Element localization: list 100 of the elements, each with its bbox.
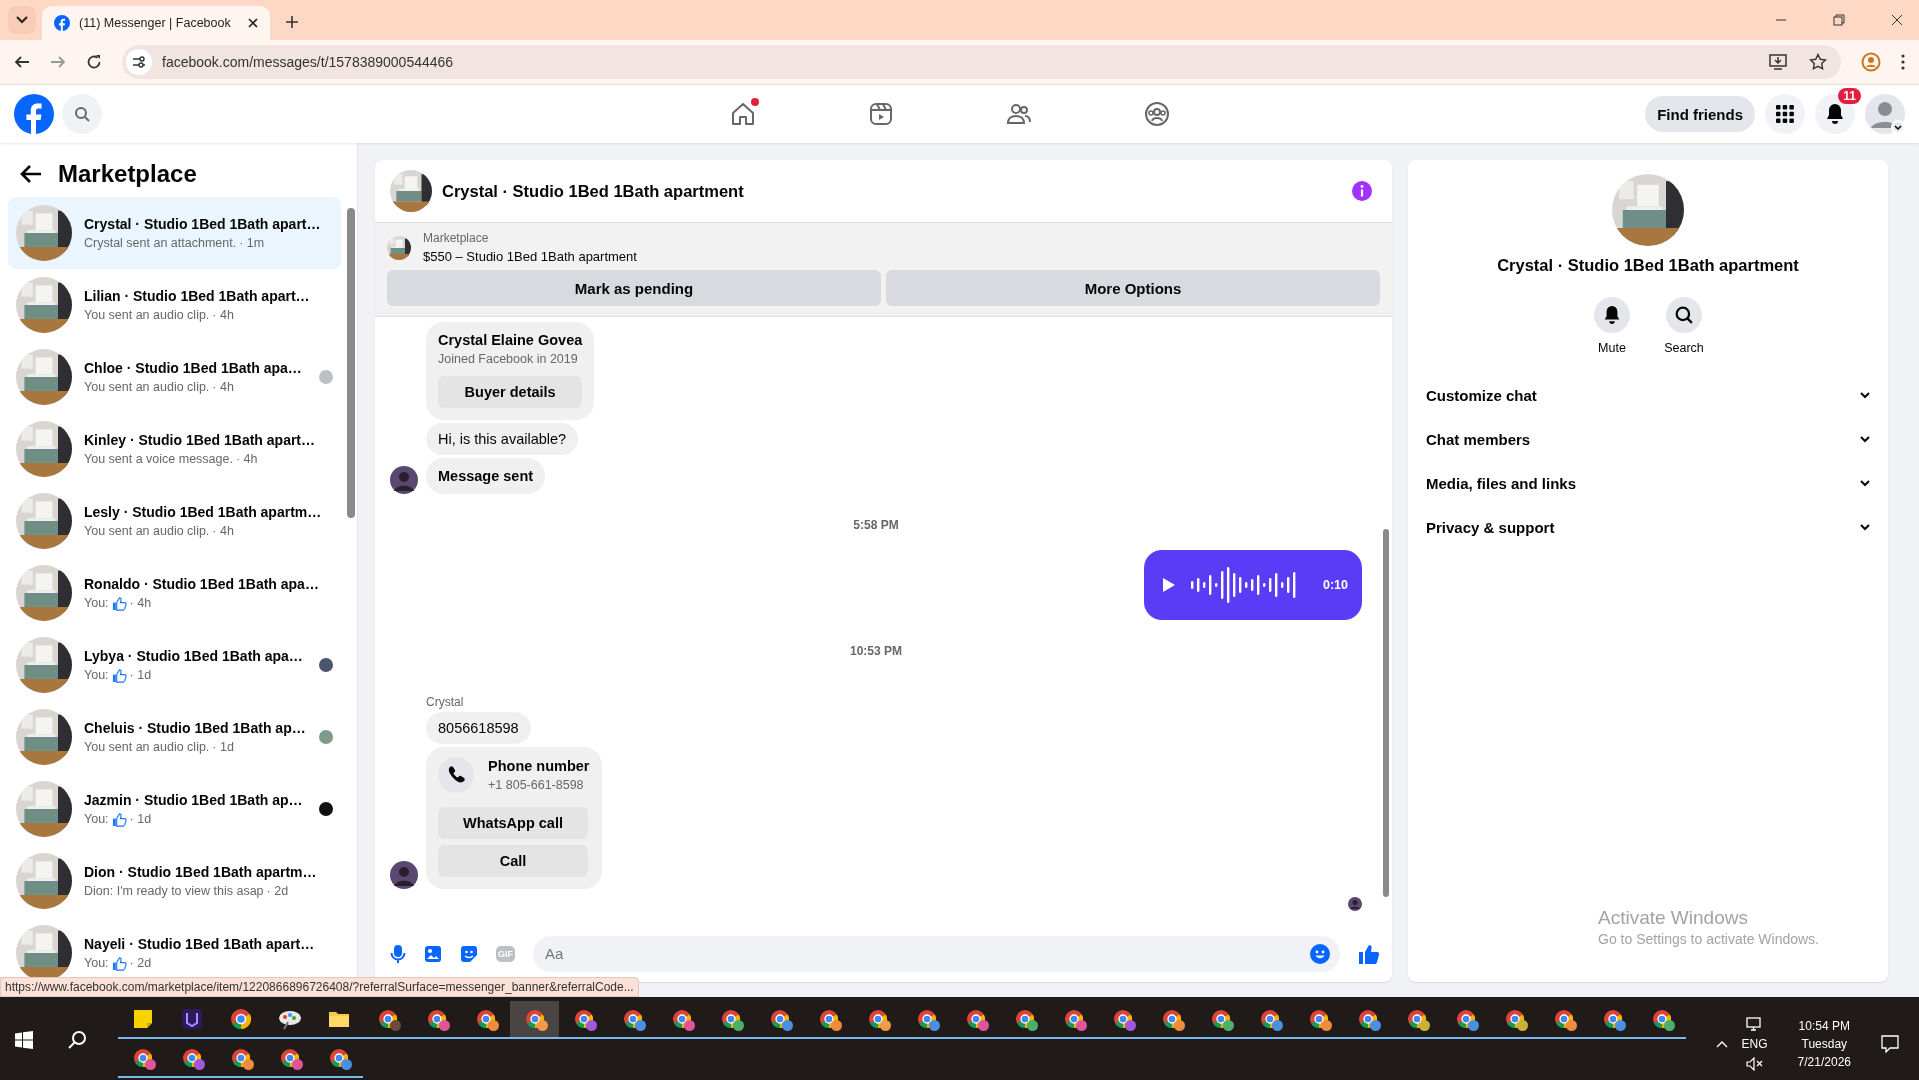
url-tooltip: https://www.facebook.com/marketplace/item/1220866896726408/?referralSurface=messenger_banner&referralCode...: [0, 977, 639, 997]
search-button[interactable]: [1666, 297, 1702, 333]
conversation-preview: You sent an audio clip.: [84, 740, 210, 754]
section-header[interactable]: Chat members: [1422, 417, 1874, 461]
message-bubble: Hi, is this available?: [426, 423, 579, 455]
conversation-time: · 4h: [212, 524, 234, 538]
site-settings-icon[interactable]: [126, 49, 152, 75]
conversation-item[interactable]: Lybya · Studio 1Bed 1Bath apa… You: · 1d: [8, 629, 341, 701]
mute-button[interactable]: [1594, 297, 1630, 333]
listing-title[interactable]: $550 – Studio 1Bed 1Bath apartment: [423, 249, 637, 264]
menu-icon[interactable]: [1901, 54, 1905, 70]
conversation-title: Ronaldo · Studio 1Bed 1Bath apa…: [84, 575, 320, 592]
reload-icon[interactable]: [86, 54, 102, 70]
buyer-note: Joined Facebook in 2019: [438, 352, 579, 366]
conversation-preview: You sent an audio clip.: [84, 524, 210, 538]
scrollbar-thumb[interactable]: [347, 208, 355, 518]
find-friends-button[interactable]: Find friends: [1645, 96, 1755, 132]
conversation-time: · 4h: [212, 308, 234, 322]
profile-icon[interactable]: [1861, 52, 1881, 72]
thumbs-up-icon[interactable]: [1358, 942, 1380, 965]
restore-icon[interactable]: [1833, 14, 1845, 26]
conversation-item[interactable]: Cheluis · Studio 1Bed 1Bath ap… You sent an audio clip. · 1d: [8, 701, 341, 773]
conversation-preview: You sent an audio clip.: [84, 308, 210, 322]
menu-button[interactable]: [1765, 94, 1805, 134]
address-bar[interactable]: facebook.com/messages/t/1578389000544466: [122, 45, 1841, 79]
clock[interactable]: 10:54 PM Tuesday 7/21/2026: [1781, 1019, 1867, 1069]
conversation-item[interactable]: Lilian · Studio 1Bed 1Bath apart… You sent an audio clip. · 4h: [8, 269, 341, 341]
conversation-title: Lybya · Studio 1Bed 1Bath apa…: [84, 647, 304, 664]
action-label: Search: [1664, 341, 1704, 355]
emoji-icon[interactable]: [1310, 943, 1330, 964]
install-icon[interactable]: [1769, 54, 1787, 70]
browser-tab[interactable]: (11) Messenger | Facebook: [42, 6, 270, 40]
scrollbar-thumb[interactable]: [1383, 529, 1389, 897]
conversation-item[interactable]: Chloe · Studio 1Bed 1Bath apa… You sent an audio clip. · 4h: [8, 341, 341, 413]
conversation-item[interactable]: Jazmin · Studio 1Bed 1Bath ap… You: · 1d: [8, 773, 341, 845]
search-icon: [1675, 306, 1693, 324]
conversation-time: · 1m: [239, 236, 265, 250]
conversation-item[interactable]: Kinley · Studio 1Bed 1Bath apart… You sent a voice message. · 4h: [8, 413, 341, 485]
conversation-item[interactable]: Dion · Studio 1Bed 1Bath apartm… Dion: I'm ready to view this asap · 2d: [8, 845, 341, 917]
notification-icon[interactable]: [1881, 1035, 1899, 1053]
buyer-name: Crystal Elaine Govea: [438, 332, 583, 348]
listing-button[interactable]: Mark as pending: [387, 270, 881, 306]
conversation-time: · 4h: [235, 452, 258, 466]
facebook-logo[interactable]: [14, 94, 54, 134]
close-icon[interactable]: [1891, 14, 1903, 26]
language-indicator[interactable]: ENG: [1741, 1037, 1768, 1051]
new-tab-icon[interactable]: [286, 16, 298, 28]
listing-button[interactable]: More Options: [886, 270, 1380, 306]
conversation-preview: You:: [84, 812, 109, 826]
message-bubble: Message sent: [426, 458, 546, 494]
tab-title: (11) Messenger | Facebook: [79, 16, 232, 30]
image-icon[interactable]: [424, 944, 442, 963]
buyer-details-button[interactable]: Buyer details: [438, 376, 583, 408]
sticker-icon[interactable]: [460, 944, 478, 963]
back-icon[interactable]: [20, 163, 42, 184]
network-icon[interactable]: [1745, 1017, 1764, 1031]
conversation-item[interactable]: Crystal · Studio 1Bed 1Bath apart… Crystal sent an attachment. · 1m: [8, 197, 341, 269]
muted-speaker-icon[interactable]: [1745, 1057, 1764, 1071]
start-icon[interactable]: [15, 1031, 33, 1049]
conversation-title: Nayeli · Studio 1Bed 1Bath apart…: [84, 935, 316, 952]
conversation-title: Cheluis · Studio 1Bed 1Bath ap…: [84, 720, 307, 736]
phone-title: Phone number: [488, 758, 590, 774]
action-label: Mute: [1598, 341, 1626, 355]
conversation-time: · 4h: [212, 380, 234, 394]
timestamp: 10:53 PM: [850, 644, 902, 658]
account-avatar[interactable]: [1865, 94, 1905, 134]
conversation-time: · 2d: [129, 956, 152, 970]
conversation-time: · 1d: [212, 740, 234, 754]
call-button[interactable]: Call: [438, 845, 588, 877]
message-field[interactable]: Aa: [533, 935, 1340, 972]
chat-title: Crystal · Studio 1Bed 1Bath apartment: [442, 181, 744, 201]
activation-hint: Go to Settings to activate Windows.: [1598, 931, 1819, 947]
call-button[interactable]: WhatsApp call: [438, 807, 588, 839]
phone-number: +1 805-661-8598: [488, 778, 585, 792]
section-header[interactable]: Customize chat: [1422, 373, 1874, 417]
conversation-item[interactable]: Lesly · Studio 1Bed 1Bath apartm… You sent an audio clip. · 4h: [8, 485, 341, 557]
play-icon[interactable]: [1162, 577, 1176, 593]
microphone-icon[interactable]: [390, 943, 406, 964]
star-icon[interactable]: [1809, 53, 1827, 71]
app-icon: [180, 1008, 203, 1030]
info-icon[interactable]: [1352, 181, 1372, 201]
forward-icon[interactable]: [50, 54, 66, 70]
chrome-icon: [229, 1008, 252, 1030]
close-icon[interactable]: [248, 18, 258, 28]
audio-message[interactable]: 0:10: [1144, 550, 1362, 620]
seen-avatar: [1348, 897, 1362, 911]
section-header[interactable]: Media, files and links: [1422, 461, 1874, 505]
tab-list-button[interactable]: [8, 6, 36, 34]
section-header[interactable]: Privacy & support: [1422, 505, 1874, 549]
conversation-preview: You:: [84, 596, 109, 610]
bell-icon: [1603, 305, 1621, 325]
search-icon[interactable]: [68, 1030, 88, 1050]
conversation-title: Chloe · Studio 1Bed 1Bath apa…: [84, 360, 303, 376]
back-icon[interactable]: [14, 54, 30, 70]
caret-up-icon[interactable]: [1715, 1040, 1728, 1048]
grid-icon: [1775, 104, 1795, 124]
chevron-down-icon: [1860, 391, 1870, 399]
conversation-preview: Crystal sent an attachment.: [84, 236, 237, 250]
conversation-item[interactable]: Ronaldo · Studio 1Bed 1Bath apa… You: · 4h: [8, 557, 341, 629]
facebook-icon: [54, 15, 70, 31]
